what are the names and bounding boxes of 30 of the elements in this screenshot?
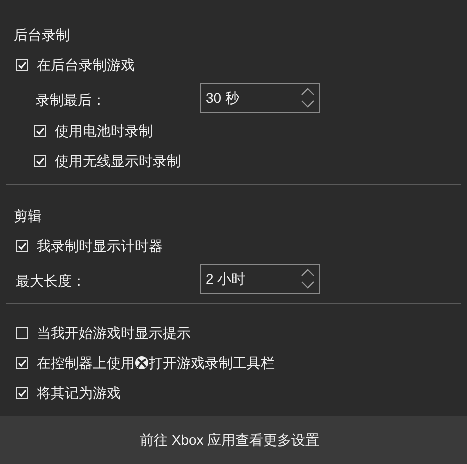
field-label: 最大长度： xyxy=(16,272,87,290)
checkbox[interactable] xyxy=(34,125,46,137)
section-heading: 后台录制 xyxy=(13,26,71,44)
checkmark-icon xyxy=(18,358,26,368)
up-down-arrows-icon xyxy=(301,268,315,290)
checkbox[interactable] xyxy=(34,155,46,167)
checkmark-icon xyxy=(18,388,26,398)
checkmark-icon xyxy=(36,156,44,166)
checkbox[interactable] xyxy=(16,327,28,339)
checkbox-label: 使用电池时录制 xyxy=(55,122,153,140)
checkmark-icon xyxy=(18,60,26,70)
checkmark-icon xyxy=(18,242,26,250)
checkbox-label: 将其记为游戏 xyxy=(37,384,121,402)
xbox-logo-icon xyxy=(135,356,149,370)
duration-spinner[interactable]: 2 小时 xyxy=(200,264,320,294)
checkbox[interactable] xyxy=(16,59,28,71)
checkbox[interactable] xyxy=(16,240,28,252)
duration-spinner[interactable]: 30 秒 xyxy=(200,83,320,113)
checkbox-label: 当我开始游戏时显示提示 xyxy=(37,324,191,342)
checkmark-icon xyxy=(36,126,44,136)
checkbox-label: 我录制时显示计时器 xyxy=(37,236,163,256)
xbox-settings-link[interactable]: 前往 Xbox 应用查看更多设置 xyxy=(140,430,320,450)
checkbox[interactable] xyxy=(16,387,28,399)
field-label: 录制最后： xyxy=(36,90,107,110)
checkbox-label: 在控制器上使用 打开游戏录制工具栏 xyxy=(37,354,275,372)
checkbox[interactable] xyxy=(16,357,28,369)
section-heading: 剪辑 xyxy=(13,206,43,226)
up-down-arrows-icon xyxy=(301,87,315,109)
checkbox-label: 在后台录制游戏 xyxy=(37,56,135,74)
checkbox-label: 使用无线显示时录制 xyxy=(55,152,181,170)
